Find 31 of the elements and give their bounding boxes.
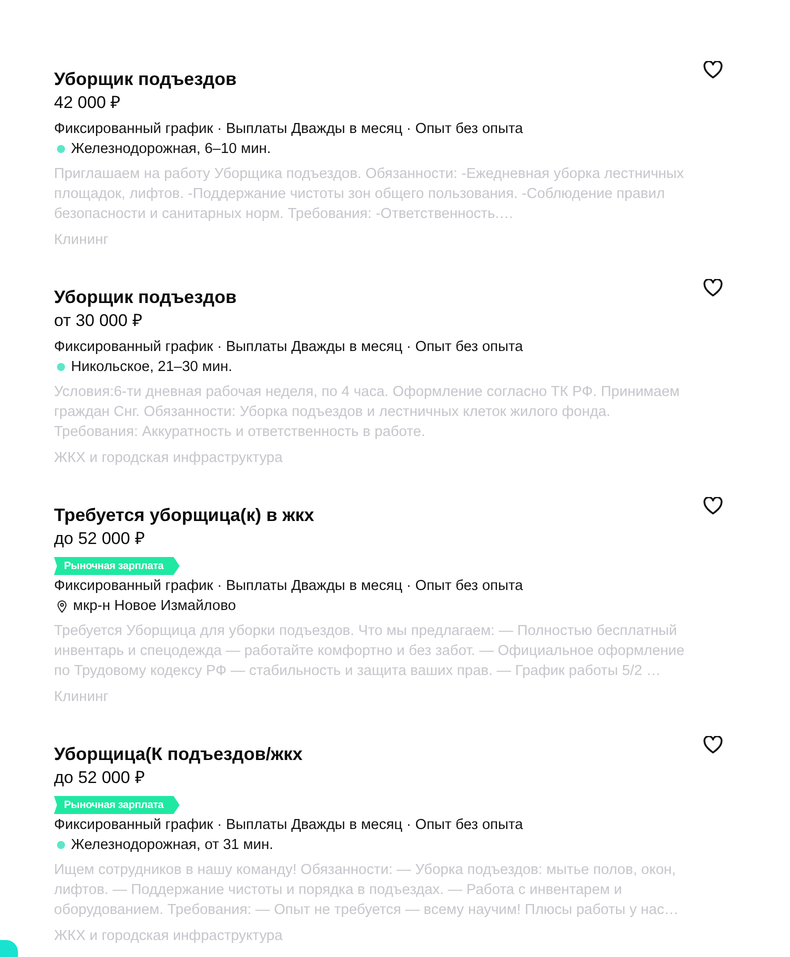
job-conditions: Фиксированный график · Выплаты Дважды в месяц · Опыт без опыта <box>54 338 523 357</box>
location-text: Железнодорожная, 6–10 мин. <box>71 140 271 159</box>
location-text: Никольское, 21–30 мин. <box>71 358 232 377</box>
category-text: ЖКХ и городская инфраструктура <box>54 449 283 468</box>
vacancy-description: Ищем сотрудников в нашу команду! Обязанности: — Уборка подъездов: мытье полов, окон, лифтов. — Поддержание чистоты и порядка в подъездах. — Работа с инвентарем и оборудованием. Требования: — Опыт не требуется — всему научим! Плюсы работы у нас… <box>54 861 680 920</box>
favorite-heart-icon[interactable] <box>703 61 723 79</box>
favorite-heart-icon[interactable] <box>703 279 723 297</box>
vacancy-title[interactable]: Уборщик подъездов <box>54 285 237 309</box>
vacancy-title[interactable]: Требуется уборщица(к) в жкх <box>54 503 314 527</box>
location-text: Железнодорожная, от 31 мин. <box>71 836 274 855</box>
vacancy-description: Условия:6-ти дневная рабочая неделя, по 4 часа. Оформление согласно ТК РФ. Принимаем граждан Снг. Обязанности: Уборка подъездов и лестничных клеток жилого фонда. Требования: Аккуратность и ответственность в работе. <box>54 383 681 442</box>
category-text: Клининг <box>54 688 108 707</box>
favorite-heart-icon[interactable] <box>703 736 723 754</box>
salary: до 52 000 ₽ <box>54 767 145 789</box>
vacancy-title[interactable]: Уборщик подъездов <box>54 67 237 91</box>
category-text: ЖКХ и городская инфраструктура <box>54 927 283 946</box>
job-conditions: Фиксированный график · Выплаты Дважды в месяц · Опыт без опыта <box>54 816 523 835</box>
salary-badge: Рыночная зарплата <box>54 796 180 814</box>
salary-badge: Рыночная зарплата <box>54 557 180 575</box>
salary: от 30 000 ₽ <box>54 310 142 332</box>
salary: 42 000 ₽ <box>54 92 121 114</box>
job-conditions: Фиксированный график · Выплаты Дважды в месяц · Опыт без опыта <box>54 577 523 596</box>
location-pin-icon <box>57 600 67 612</box>
location-text: мкр-н Новое Измайлово <box>73 597 236 616</box>
category-text: Клининг <box>54 231 108 250</box>
vacancy-description: Требуется Уборщица для уборки подъездов. Что мы предлагаем: — Полностью бесплатный инвентарь и спецодежда — работайте комфортно и без забот. — Официальное оформление по Трудовому кодексу РФ — стабильность и защита ваших прав. — График работы 5/2 … <box>54 622 686 681</box>
favorite-heart-icon[interactable] <box>703 497 723 515</box>
job-conditions: Фиксированный график · Выплаты Дважды в месяц · Опыт без опыта <box>54 120 523 139</box>
salary: до 52 000 ₽ <box>54 528 145 550</box>
vacancy-description: Приглашаем на работу Уборщика подъездов. Обязанности: -Ежедневная уборка лестничных площадок, лифтов. -Поддержание чистоты зон общего пользования. -Соблюдение правил безопасности и санитарных норм. Требования: -Ответственность.… <box>54 165 685 224</box>
vacancy-title[interactable]: Уборщица(К подъездов/жкх <box>54 742 303 766</box>
